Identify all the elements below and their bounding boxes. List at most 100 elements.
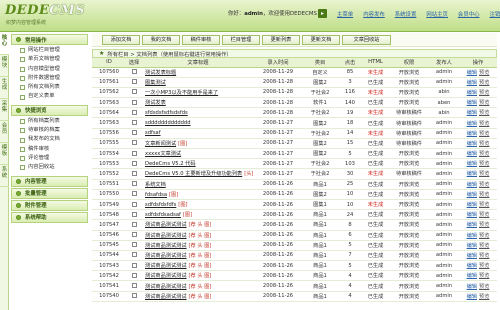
- col-publisher[interactable]: 发布人: [429, 58, 459, 68]
- sidebar-item[interactable]: 我发布的文档: [20, 135, 88, 144]
- table-row[interactable]: 107552 DedeCms V5.0 主要新增及升级功能列表 [头] 2008-11…: [92, 168, 497, 180]
- preview-link[interactable]: 预览: [479, 131, 489, 137]
- review-button[interactable]: 稿件审核: [182, 34, 220, 45]
- row-title-link[interactable]: DedeCms V5.2 代码: [145, 161, 196, 167]
- row-checkbox[interactable]: [131, 201, 137, 207]
- recycle-bin-button[interactable]: 文章回收站: [342, 34, 391, 45]
- row-category[interactable]: 图集2: [302, 117, 338, 129]
- edit-link[interactable]: 编辑: [467, 151, 477, 157]
- my-documents-button[interactable]: 我的文档: [142, 34, 180, 45]
- row-title-link[interactable]: 测试商品测试测试: [145, 233, 187, 239]
- row-checkbox[interactable]: [131, 89, 137, 95]
- row-category[interactable]: 软件1: [302, 97, 338, 109]
- row-category[interactable]: 商品1: [302, 250, 338, 262]
- preview-link[interactable]: 预览: [479, 171, 489, 177]
- edit-link[interactable]: 编辑: [467, 121, 477, 127]
- table-row[interactable]: 107561 图集测试 2008-11-28 图集2 3 已生成 开放浏览 admin 编辑 预览: [92, 77, 497, 88]
- row-checkbox[interactable]: [131, 120, 137, 126]
- table-row[interactable]: 107543 测试商品测试测试 [荐 头 图] 2008-11-26 商品1 5 已生成 开放…: [92, 260, 497, 272]
- row-category[interactable]: 于社会2: [302, 128, 338, 139]
- row-checkbox[interactable]: [131, 232, 137, 238]
- col-clicks[interactable]: 点击: [338, 58, 362, 68]
- preview-link[interactable]: 预览: [479, 273, 489, 279]
- preview-link[interactable]: 预览: [479, 222, 489, 228]
- preview-link[interactable]: 预览: [479, 121, 489, 127]
- table-row[interactable]: 107548 sdfdsfdsadsaf [图] 2008-11-26 商品1 24 已生成…: [92, 209, 497, 221]
- row-category[interactable]: 图集2: [302, 189, 338, 200]
- sidebar-group-header[interactable]: 内容管理: [11, 175, 88, 187]
- edit-link[interactable]: 编辑: [467, 161, 477, 167]
- edit-link[interactable]: 编辑: [467, 253, 477, 259]
- edit-link[interactable]: 编辑: [467, 263, 477, 269]
- sidebar-item[interactable]: 自定义表单: [20, 92, 88, 101]
- table-row[interactable]: 107546 测试商品测试测试 [荐 头 图] 2008-11-26 商品1 6 已生成 开放…: [92, 230, 497, 241]
- edit-link[interactable]: 编辑: [467, 100, 477, 106]
- row-title-link[interactable]: sdfdsfdsadsaf: [145, 212, 181, 218]
- row-title-link[interactable]: 测试商品测试测试: [145, 284, 187, 290]
- row-checkbox[interactable]: [131, 109, 137, 115]
- row-category[interactable]: 自定义: [302, 67, 338, 78]
- sidebar-item[interactable]: 内容回收站: [20, 163, 88, 172]
- row-checkbox[interactable]: [131, 150, 137, 156]
- row-title-link[interactable]: 测试发表标题: [145, 70, 176, 76]
- row-title-link[interactable]: sdfsaf: [145, 130, 161, 136]
- edit-link[interactable]: 编辑: [467, 171, 477, 177]
- table-row[interactable]: 107547 测试商品测试测试 [荐 头 图] 2008-11-26 商品1 8 已生成 开放…: [92, 219, 497, 231]
- nav-link-member-center[interactable]: 会员中心: [458, 10, 480, 18]
- table-row[interactable]: 107542 测试商品测试测试 [荐 头 图] 2008-11-26 商品1 4 已生成 开放…: [92, 270, 497, 282]
- column-manage-button[interactable]: 栏目管理: [222, 34, 260, 45]
- sidebar-group-header[interactable]: 批量管理: [11, 187, 88, 199]
- module-tab-collect[interactable]: 采集: [0, 99, 9, 121]
- preview-link[interactable]: 预览: [479, 151, 489, 157]
- row-category[interactable]: 图集2: [302, 148, 338, 160]
- edit-link[interactable]: 编辑: [467, 233, 477, 239]
- sidebar-item[interactable]: 所有档案列表: [20, 117, 88, 126]
- row-title-link[interactable]: sdfdsfdsfdfs: [145, 202, 176, 208]
- preview-link[interactable]: 预览: [479, 192, 489, 198]
- nav-link-main-menu[interactable]: 主菜单: [337, 10, 353, 18]
- table-row[interactable]: 107544 测试商品测试测试 [荐 头 图] 2008-11-26 商品1 7 已生成 开放…: [92, 250, 497, 262]
- row-checkbox[interactable]: [131, 272, 137, 278]
- row-title-link[interactable]: 一次小MP3以及不能用手是来了: [145, 90, 218, 96]
- table-row[interactable]: 107549 sdfdsfdsfdfs [图] 2008-11-26 图集1 10 未生成开…: [92, 199, 497, 211]
- sidebar-group-header[interactable]: 快捷浏览: [11, 104, 88, 116]
- edit-link[interactable]: 编辑: [467, 202, 477, 208]
- edit-link[interactable]: 编辑: [467, 294, 477, 300]
- edit-link[interactable]: 编辑: [467, 182, 477, 188]
- preview-link[interactable]: 预览: [479, 141, 489, 147]
- preview-link[interactable]: 预览: [479, 100, 489, 106]
- row-title-link[interactable]: 测试商品测试测试: [145, 222, 187, 228]
- edit-link[interactable]: 编辑: [467, 90, 477, 96]
- edit-link[interactable]: 编辑: [467, 222, 477, 228]
- row-title-link[interactable]: fdsafdsa: [145, 192, 167, 198]
- col-category[interactable]: 类目: [302, 58, 338, 68]
- row-category[interactable]: 商品1: [302, 280, 338, 292]
- table-row[interactable]: 107553 DedeCms V5.2 代码 2008-11-27 于社会2 103 已生…: [92, 158, 497, 170]
- preview-link[interactable]: 预览: [479, 110, 489, 116]
- table-row[interactable]: 107551 系统文档 2008-11-26 商品1 25 已生成 开放浏览 admin 编辑预…: [92, 179, 497, 190]
- preview-link[interactable]: 预览: [479, 263, 489, 269]
- table-row[interactable]: 107562 一次小MP3以及不能用手是来了 2008-11-28 于社会2 116 未生…: [92, 87, 497, 99]
- table-row[interactable]: 107564 sfdsdsfsdfsdsfds 2008-11-28 于社会2 19 未生…: [92, 107, 497, 119]
- row-category[interactable]: 商品1: [302, 219, 338, 231]
- row-title-link[interactable]: 系统文档: [145, 182, 166, 188]
- sidebar-group-header[interactable]: 附件管理: [11, 199, 88, 211]
- row-checkbox[interactable]: [131, 69, 137, 75]
- nav-link-homepage[interactable]: 网站主页: [426, 10, 448, 18]
- row-category[interactable]: 商品1: [302, 291, 338, 302]
- row-title-link[interactable]: 测试商品测试测试: [145, 263, 187, 269]
- preview-link[interactable]: 预览: [479, 161, 489, 167]
- edit-link[interactable]: 编辑: [467, 141, 477, 147]
- preview-link[interactable]: 预览: [479, 284, 489, 290]
- table-row[interactable]: 107550 fdsafdsa [图] 2008-11-26 图集2 10 已生成 开放浏览 a…: [92, 189, 497, 200]
- sidebar-item[interactable]: 所有文档列表: [20, 83, 88, 92]
- sidebar-item[interactable]: 稿件审核: [20, 145, 88, 154]
- sidebar-group-header[interactable]: 常用操作: [11, 34, 88, 45]
- row-category[interactable]: 于社会2: [302, 87, 338, 99]
- row-category[interactable]: 商品1: [302, 260, 338, 272]
- row-category[interactable]: 于社会2: [302, 107, 338, 119]
- col-date[interactable]: 录入时间: [254, 58, 302, 68]
- preview-link[interactable]: 预览: [479, 202, 489, 208]
- row-category[interactable]: 于社会2: [302, 158, 338, 170]
- row-title-link[interactable]: 文章新闻测试: [145, 141, 176, 147]
